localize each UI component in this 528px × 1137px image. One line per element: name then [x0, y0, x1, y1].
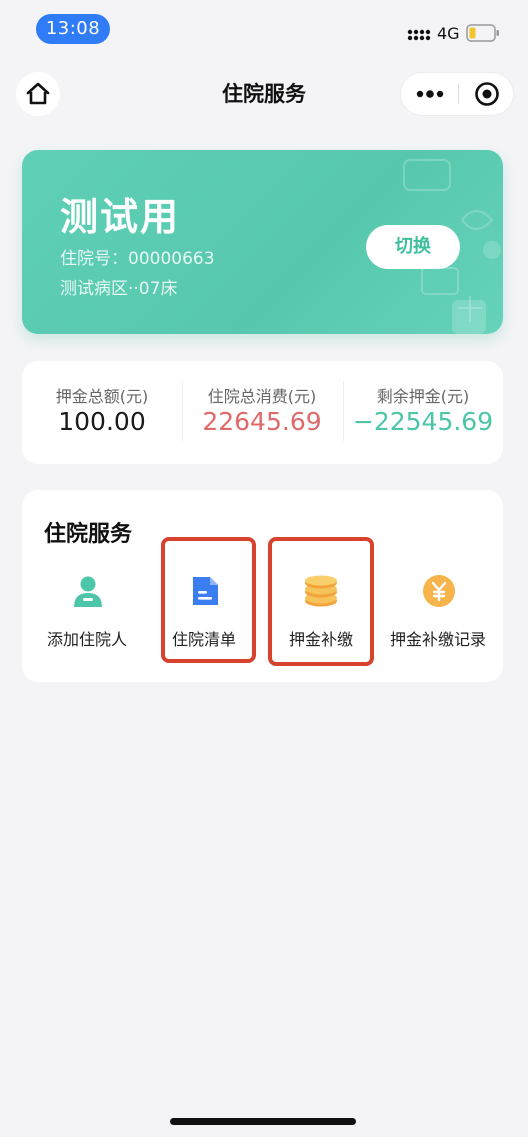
service-deposit-records[interactable]: 押金补缴记录 [375, 574, 501, 654]
switch-patient-button[interactable]: 切换 [366, 225, 460, 269]
service-label: 添加住院人 [46, 630, 127, 649]
close-circle-icon [475, 82, 499, 106]
stat-label: 剩余押金(元) [376, 387, 470, 406]
yuan-coin-icon [423, 575, 455, 607]
patient-name: 测试用 [60, 195, 181, 239]
home-indicator[interactable] [170, 1118, 356, 1125]
ward-bed: 测试病区··07床 [60, 279, 178, 299]
service-add-inpatient[interactable]: 添加住院人 [24, 574, 150, 654]
admission-number: 住院号：00000663 [60, 249, 215, 269]
battery-icon [466, 24, 499, 42]
stat-label: 住院总消费(元) [207, 387, 317, 406]
stat-remaining-deposit: 剩余押金(元) −22545.69 [343, 361, 503, 464]
stat-total-consumption: 住院总消费(元) 22645.69 [182, 361, 342, 464]
highlight-inpatient-list [161, 537, 256, 663]
more-button[interactable] [401, 73, 458, 115]
status-bar: 13:08 4G [0, 0, 528, 60]
services-title: 住院服务 [44, 522, 133, 547]
services-card: 住院服务 添加住院人 住院清单 押金补缴 押金补缴记录 [22, 490, 503, 682]
stat-deposit-total: 押金总额(元) 100.00 [22, 361, 182, 464]
close-button[interactable] [459, 73, 515, 115]
deposit-summary: 押金总额(元) 100.00 住院总消费(元) 22645.69 剩余押金(元)… [22, 361, 503, 464]
person-add-icon [74, 576, 102, 607]
highlight-deposit-topup [268, 537, 374, 666]
stat-value: −22545.69 [352, 407, 494, 436]
network-type: 4G [437, 24, 460, 43]
service-label: 押金补缴记录 [389, 630, 486, 649]
signal-icon [407, 29, 431, 41]
miniprogram-capsule [400, 72, 514, 116]
patient-card: 测试用 住院号：00000663 测试病区··07床 切换 [22, 150, 503, 334]
status-time: 13:08 [36, 14, 110, 44]
more-icon [416, 90, 443, 98]
stat-value: 100.00 [58, 407, 146, 436]
nav-bar: 住院服务 [0, 68, 528, 120]
stat-label: 押金总额(元) [55, 387, 149, 406]
stat-value: 22645.69 [202, 407, 322, 436]
